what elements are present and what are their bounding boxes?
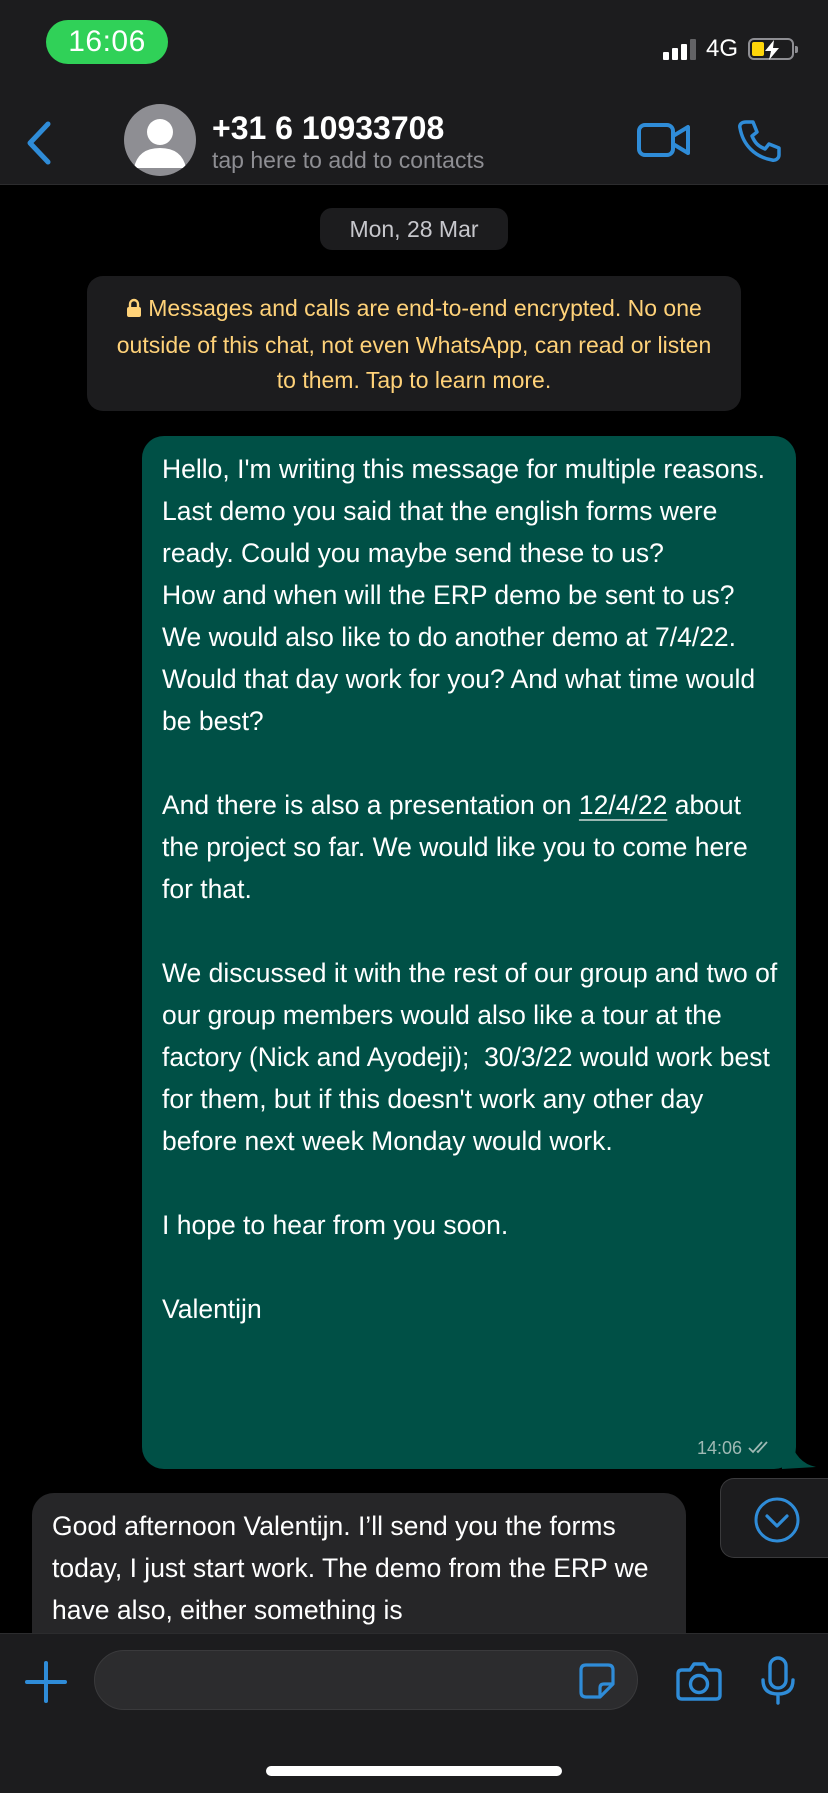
status-indicators: 4G xyxy=(662,34,798,64)
home-indicator[interactable] xyxy=(266,1766,562,1776)
message-input[interactable] xyxy=(94,1650,638,1710)
network-type: 4G xyxy=(705,35,738,62)
encryption-notice[interactable]: Messages and calls are end-to-end encryp… xyxy=(87,276,741,411)
chat-scroll-area[interactable]: Mon, 28 Mar Messages and calls are end-t… xyxy=(0,185,828,1633)
contact-avatar[interactable] xyxy=(124,104,196,176)
message-time: 14:06 xyxy=(696,1438,742,1458)
contact-name[interactable]: +31 6 10933708 xyxy=(212,110,444,147)
sticker-icon[interactable] xyxy=(578,1662,616,1700)
date-link[interactable]: 12/4/22 xyxy=(579,790,667,820)
incoming-message-text: Good afternoon Valentijn. I’ll send you … xyxy=(52,1511,649,1625)
plus-icon[interactable] xyxy=(24,1660,68,1704)
lock-icon xyxy=(126,293,142,328)
battery-charging-icon xyxy=(748,38,798,60)
bubble-tail-icon xyxy=(782,1433,816,1469)
microphone-icon[interactable] xyxy=(760,1656,796,1706)
avatar-icon xyxy=(134,119,186,168)
date-separator: Mon, 28 Mar xyxy=(320,208,508,250)
message-paragraph: I hope to hear from you soon. xyxy=(162,1210,509,1240)
add-to-contacts-hint[interactable]: tap here to add to contacts xyxy=(212,147,484,174)
message-paragraph: We would also like to do another demo at… xyxy=(162,622,763,736)
chevron-down-circle-icon xyxy=(754,1497,800,1543)
status-time: 16:06 xyxy=(46,20,168,64)
video-call-icon[interactable] xyxy=(636,120,692,160)
camera-icon[interactable] xyxy=(676,1660,722,1702)
phone-call-icon[interactable] xyxy=(736,118,782,164)
message-signature: Valentijn xyxy=(162,1294,262,1324)
message-paragraph: How and when will the ERP demo be sent t… xyxy=(162,580,735,610)
outgoing-message-bubble[interactable]: Hello, I'm writing this message for mult… xyxy=(142,436,796,1469)
message-paragraph: We discussed it with the rest of our gro… xyxy=(162,958,785,1156)
back-chevron-icon[interactable] xyxy=(20,118,60,168)
incoming-message-bubble[interactable]: Good afternoon Valentijn. I’ll send you … xyxy=(32,1493,686,1633)
message-paragraph: And there is also a presentation on xyxy=(162,790,579,820)
message-paragraph: Hello, I'm writing this message for mult… xyxy=(162,454,773,568)
outgoing-message-text: Hello, I'm writing this message for mult… xyxy=(162,448,782,1330)
encryption-notice-text: Messages and calls are end-to-end encryp… xyxy=(116,295,712,393)
message-meta: 14:06 xyxy=(697,1438,774,1459)
scroll-to-bottom-button[interactable] xyxy=(720,1478,828,1558)
chat-header: 16:06 4G +31 6 10933708 tap here to add … xyxy=(0,0,828,185)
message-composer xyxy=(0,1633,828,1793)
double-check-icon xyxy=(748,1438,774,1459)
signal-strength-icon xyxy=(662,38,696,60)
